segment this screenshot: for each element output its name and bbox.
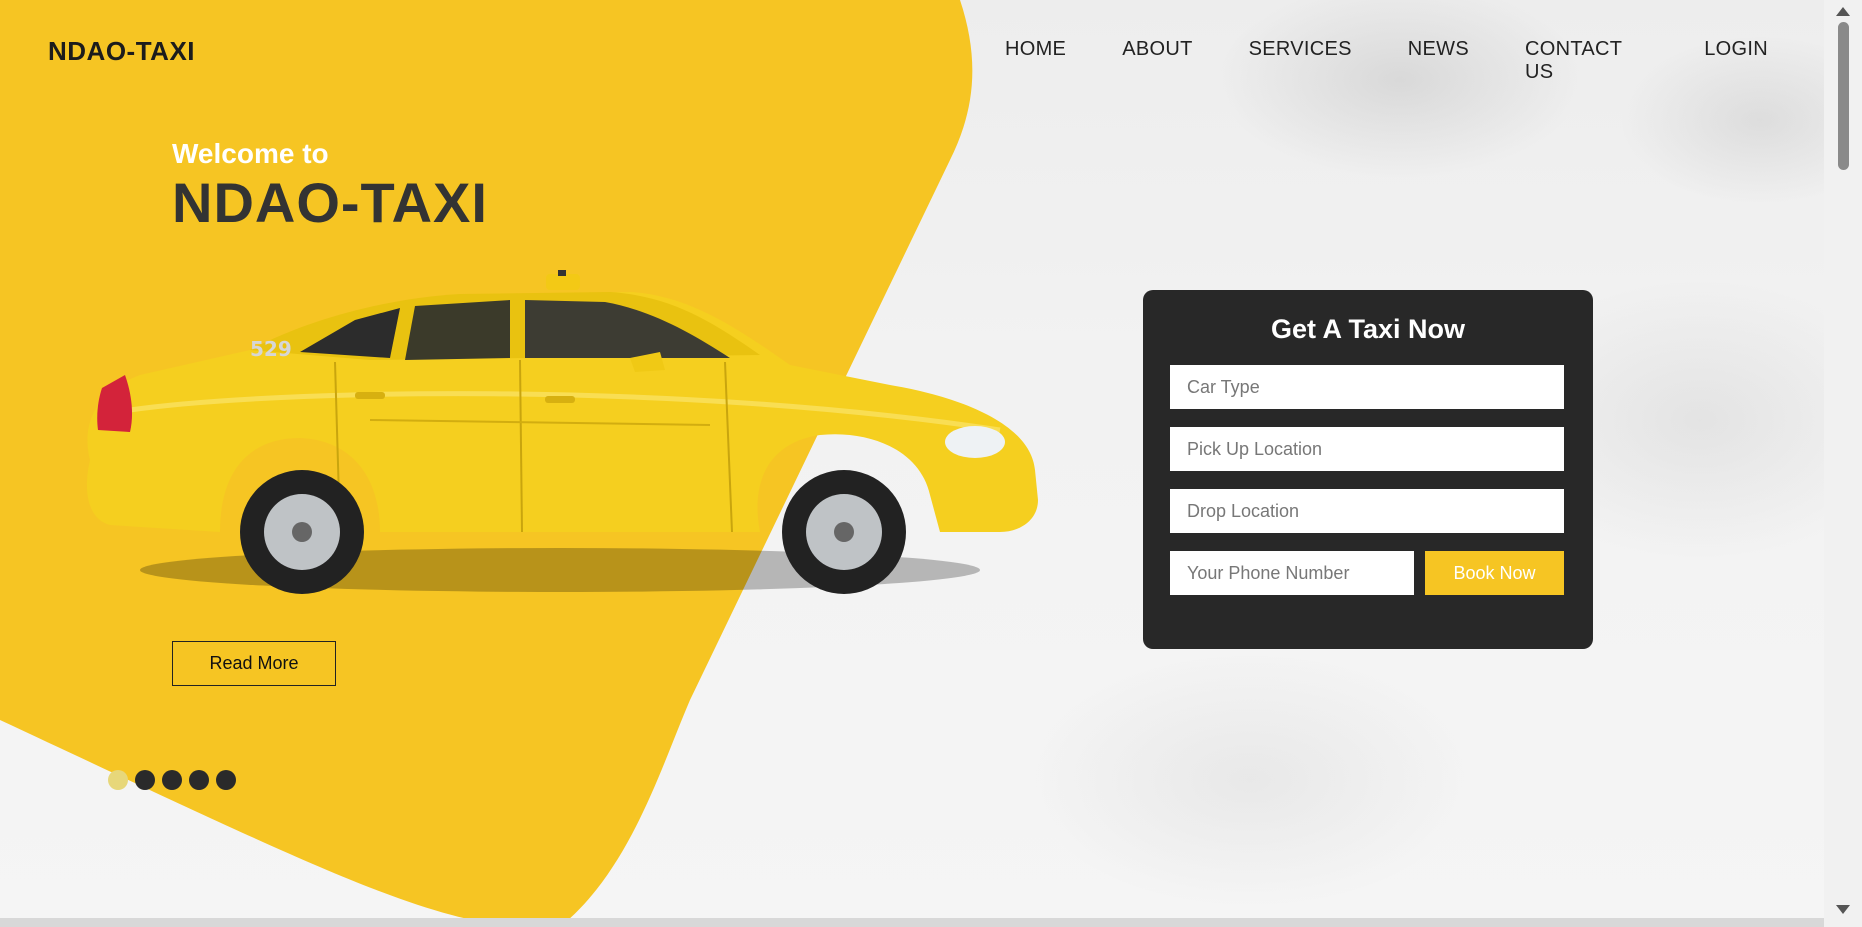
book-now-button[interactable]: Book Now: [1425, 551, 1564, 595]
slider-dot-4[interactable]: [189, 770, 209, 790]
slider-dot-2[interactable]: [135, 770, 155, 790]
slider-dot-3[interactable]: [162, 770, 182, 790]
nav-home[interactable]: HOME: [1005, 38, 1066, 84]
scroll-down-arrow-icon[interactable]: [1836, 905, 1850, 914]
booking-title: Get A Taxi Now: [1270, 314, 1466, 344]
drop-location-input[interactable]: [1170, 489, 1564, 533]
nav-services[interactable]: SERVICES: [1249, 38, 1352, 84]
hero-title: NDAO-TAXI: [172, 171, 488, 234]
booking-form: Get A Taxi Now Book Now: [1143, 290, 1593, 649]
scrollbar-thumb[interactable]: [1838, 22, 1849, 170]
hero-welcome-text: Welcome to: [172, 138, 329, 169]
read-more-button[interactable]: Read More: [172, 641, 336, 686]
car-type-input[interactable]: [1170, 365, 1564, 409]
main-nav: HOME ABOUT SERVICES NEWS CONTACT US LOGI…: [1005, 38, 1824, 84]
nav-login[interactable]: LOGIN: [1704, 38, 1768, 84]
horizontal-edge: [0, 918, 1824, 927]
page: NDAO-TAXI HOME ABOUT SERVICES NEWS CONTA…: [0, 0, 1824, 927]
site-logo[interactable]: NDAO-TAXI: [48, 36, 195, 67]
nav-news[interactable]: NEWS: [1408, 38, 1469, 84]
nav-contact-us[interactable]: CONTACT US: [1525, 38, 1648, 84]
slider-dots: [108, 770, 236, 790]
phone-number-input[interactable]: [1170, 551, 1414, 595]
slider-dot-1[interactable]: [108, 770, 128, 790]
car-number: 529: [250, 337, 292, 361]
scroll-up-arrow-icon[interactable]: [1836, 7, 1850, 16]
nav-about[interactable]: ABOUT: [1122, 38, 1192, 84]
phone-row: Book Now: [1170, 551, 1566, 595]
vertical-scrollbar[interactable]: [1824, 0, 1862, 927]
slider-dot-5[interactable]: [216, 770, 236, 790]
pickup-location-input[interactable]: [1170, 427, 1564, 471]
taxi-car-image: 529: [70, 270, 1050, 610]
